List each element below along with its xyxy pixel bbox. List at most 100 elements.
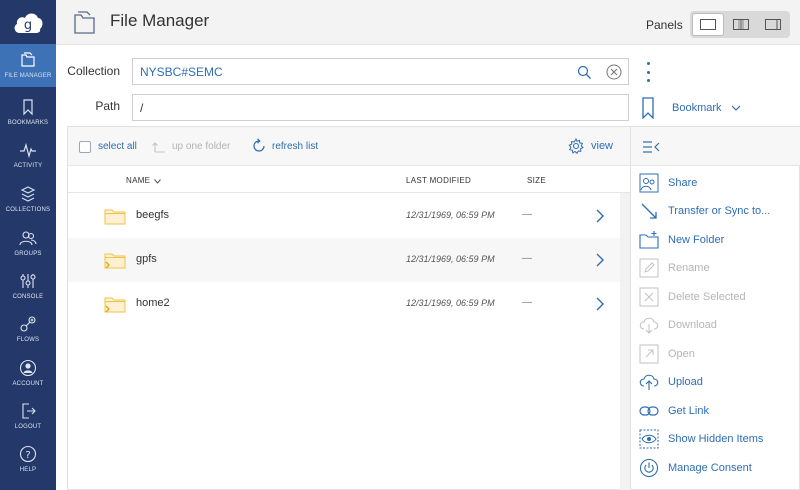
sidebar-item-account[interactable]: ACCOUNT bbox=[0, 352, 56, 395]
search-icon[interactable] bbox=[577, 65, 592, 80]
file-row[interactable]: home2 12/31/1969, 06:59 PM — bbox=[68, 282, 620, 326]
collapse-panel-icon[interactable] bbox=[642, 140, 662, 154]
up-one-folder-button[interactable]: up one folder bbox=[172, 141, 230, 152]
action-label: Rename bbox=[668, 262, 710, 274]
path-value: / bbox=[140, 101, 144, 115]
share-button[interactable]: Share bbox=[631, 170, 800, 198]
download-button[interactable]: Download bbox=[631, 312, 800, 340]
chevron-down-icon[interactable] bbox=[731, 104, 741, 112]
size-column-header[interactable]: SIZE bbox=[527, 176, 546, 185]
cloud-logo-icon: g bbox=[14, 13, 43, 33]
select-all-checkbox[interactable] bbox=[79, 141, 91, 153]
sidebar-item-activity[interactable]: ACTIVITY bbox=[0, 134, 56, 177]
open-button[interactable]: Open bbox=[631, 341, 800, 369]
file-row[interactable]: beegfs 12/31/1969, 06:59 PM — bbox=[68, 194, 620, 238]
file-list-scrollbar[interactable] bbox=[620, 193, 630, 490]
logo-letter: g bbox=[24, 18, 32, 33]
sidebar-item-help[interactable]: ? HELP bbox=[0, 438, 56, 481]
file-name[interactable]: gpfs bbox=[136, 253, 157, 265]
account-icon bbox=[19, 359, 37, 377]
get-link-button[interactable]: Get Link bbox=[631, 398, 800, 426]
upload-icon bbox=[639, 374, 659, 390]
panel-with-sidebar-icon bbox=[765, 19, 781, 30]
sidebar-item-logout[interactable]: LOGOUT bbox=[0, 395, 56, 438]
dual-panel-icon bbox=[733, 19, 749, 30]
action-panel-header bbox=[631, 127, 800, 166]
file-manager-icon bbox=[74, 11, 95, 34]
single-panel-icon bbox=[700, 19, 716, 30]
panel-layout-switcher bbox=[690, 11, 790, 38]
sidebar: g FILE MANAGER BOOKMARKS ACTIVITY COLLEC… bbox=[0, 0, 56, 490]
sidebar-item-collections[interactable]: COLLECTIONS bbox=[0, 178, 56, 221]
delete-selected-button[interactable]: Delete Selected bbox=[631, 284, 800, 312]
shared-folder-icon bbox=[104, 297, 126, 313]
sort-chevron-icon[interactable] bbox=[154, 179, 161, 184]
name-column-header[interactable]: NAME bbox=[126, 176, 150, 185]
single-panel-button[interactable] bbox=[692, 13, 724, 36]
delete-icon bbox=[639, 287, 659, 307]
refresh-icon bbox=[253, 138, 265, 152]
eye-icon bbox=[639, 429, 659, 449]
action-label: Delete Selected bbox=[668, 291, 746, 303]
file-name[interactable]: home2 bbox=[136, 297, 170, 309]
chevron-right-icon[interactable] bbox=[596, 253, 604, 267]
new-folder-button[interactable]: New Folder bbox=[631, 227, 800, 255]
open-icon bbox=[639, 344, 659, 364]
path-input[interactable]: / bbox=[132, 94, 629, 121]
path-label: Path bbox=[95, 99, 120, 113]
file-modified: 12/31/1969, 06:59 PM bbox=[406, 210, 495, 220]
file-manager-icon bbox=[21, 52, 35, 67]
panel-with-sidebar-button[interactable] bbox=[758, 13, 788, 36]
sidebar-item-flows[interactable]: FLOWS bbox=[0, 308, 56, 351]
share-icon bbox=[639, 173, 659, 193]
clear-icon[interactable] bbox=[606, 64, 622, 80]
sidebar-item-console[interactable]: CONSOLE bbox=[0, 265, 56, 308]
file-name[interactable]: beegfs bbox=[136, 209, 169, 221]
more-options-icon[interactable] bbox=[645, 62, 651, 82]
sidebar-item-label: ACCOUNT bbox=[12, 381, 44, 387]
chevron-right-icon[interactable] bbox=[596, 209, 604, 223]
upload-button[interactable]: Upload bbox=[631, 369, 800, 397]
transfer-button[interactable]: Transfer or Sync to... bbox=[631, 198, 800, 226]
action-label: Show Hidden Items bbox=[668, 433, 764, 445]
logout-icon bbox=[22, 403, 36, 419]
view-button[interactable]: view bbox=[591, 140, 613, 152]
folder-icon bbox=[104, 209, 126, 225]
sidebar-item-label: FLOWS bbox=[16, 337, 40, 343]
collection-search-field[interactable]: NYSBC#SEMC bbox=[132, 58, 629, 85]
sidebar-item-file-manager[interactable]: FILE MANAGER bbox=[0, 44, 56, 87]
up-folder-icon bbox=[152, 142, 165, 153]
sidebar-item-label: COLLECTIONS bbox=[5, 207, 51, 213]
sidebar-item-label: GROUPS bbox=[14, 251, 42, 257]
file-row[interactable]: gpfs 12/31/1969, 06:59 PM — bbox=[68, 238, 620, 282]
action-label: Share bbox=[668, 177, 698, 189]
sidebar-item-label: LOGOUT bbox=[14, 424, 42, 430]
globus-logo[interactable]: g bbox=[0, 0, 56, 44]
action-panel: Share Transfer or Sync to... New Folder … bbox=[630, 126, 800, 490]
last-modified-column-header[interactable]: LAST MODIFIED bbox=[406, 176, 471, 185]
bookmark-dropdown[interactable]: Bookmark bbox=[672, 102, 722, 114]
help-icon: ? bbox=[19, 445, 37, 463]
rename-button[interactable]: Rename bbox=[631, 255, 800, 283]
sidebar-item-label: CONSOLE bbox=[12, 294, 44, 300]
transfer-icon bbox=[641, 203, 657, 219]
new-folder-icon bbox=[639, 231, 659, 249]
sidebar-item-label: HELP bbox=[19, 467, 37, 473]
sidebar-item-label: FILE MANAGER bbox=[4, 73, 52, 79]
action-label: Upload bbox=[668, 376, 703, 388]
sidebar-item-groups[interactable]: GROUPS bbox=[0, 222, 56, 265]
dual-panel-button[interactable] bbox=[726, 13, 756, 36]
panels-label: Panels bbox=[646, 18, 683, 32]
bookmark-icon[interactable] bbox=[641, 97, 655, 119]
action-label: New Folder bbox=[668, 234, 725, 246]
refresh-list-button[interactable]: refresh list bbox=[272, 141, 318, 152]
file-modified: 12/31/1969, 06:59 PM bbox=[406, 254, 495, 264]
chevron-right-icon[interactable] bbox=[596, 297, 604, 311]
select-all-label[interactable]: select all bbox=[98, 141, 137, 152]
sidebar-item-bookmarks[interactable]: BOOKMARKS bbox=[0, 91, 56, 134]
activity-icon bbox=[20, 142, 36, 159]
show-hidden-items-button[interactable]: Show Hidden Items bbox=[631, 426, 800, 454]
manage-consent-button[interactable]: Manage Consent bbox=[631, 455, 800, 483]
groups-icon bbox=[19, 231, 37, 246]
action-label: Download bbox=[668, 319, 717, 331]
